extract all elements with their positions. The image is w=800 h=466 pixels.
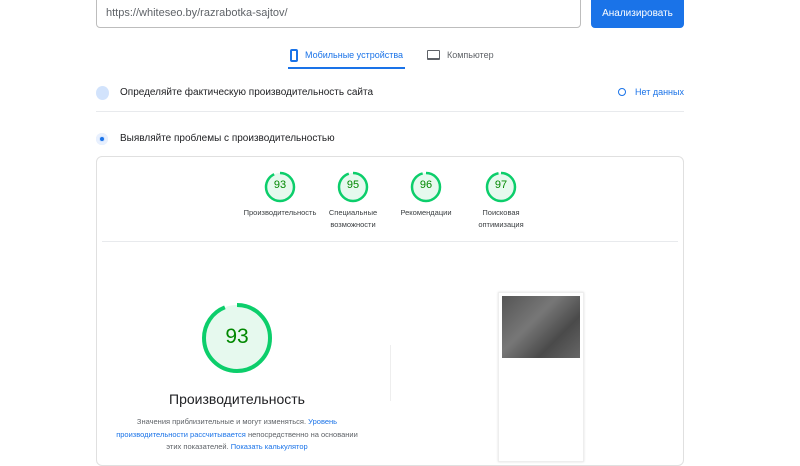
lab-data-icon xyxy=(96,133,108,145)
no-data-link[interactable]: Нет данных xyxy=(618,87,684,97)
performance-gauge: 93 xyxy=(201,302,273,379)
desc-text: Значения приблизительные и могут изменят… xyxy=(136,417,309,426)
performance-score: 93 xyxy=(225,325,249,348)
gauge-label: возможности xyxy=(330,220,376,229)
performance-description: Значения приблизительные и могут изменят… xyxy=(112,416,362,454)
analyze-button[interactable]: Анализировать xyxy=(591,0,684,28)
tab-mobile[interactable]: Мобильные устройства xyxy=(290,48,403,62)
active-tab-indicator xyxy=(288,67,405,69)
tab-label: Мобильные устройства xyxy=(305,50,404,60)
phone-icon xyxy=(290,48,298,62)
laptop-icon xyxy=(427,50,440,60)
gauge-score: 97 xyxy=(494,179,508,191)
no-data-label: Нет данных xyxy=(635,87,684,97)
divider xyxy=(102,241,678,242)
screenshot-image xyxy=(502,296,580,358)
lab-data-title: Выявляйте проблемы с производительностью xyxy=(120,133,335,144)
url-input[interactable] xyxy=(96,0,581,28)
divider xyxy=(390,345,391,401)
tab-desktop[interactable]: Компьютер xyxy=(427,48,494,62)
divider xyxy=(96,111,684,112)
tab-label: Компьютер xyxy=(447,50,494,60)
page-screenshot xyxy=(498,292,584,462)
performance-title: Производительность xyxy=(169,391,305,407)
score-gauge[interactable]: 97 Поисковая оптимизация xyxy=(456,171,546,231)
gauge-label: Поисковая xyxy=(482,208,520,217)
field-data-title: Определяйте фактическую производительнос… xyxy=(120,87,374,98)
info-icon xyxy=(618,88,626,96)
field-data-icon xyxy=(96,86,109,100)
gauge-label: оптимизация xyxy=(478,220,524,229)
